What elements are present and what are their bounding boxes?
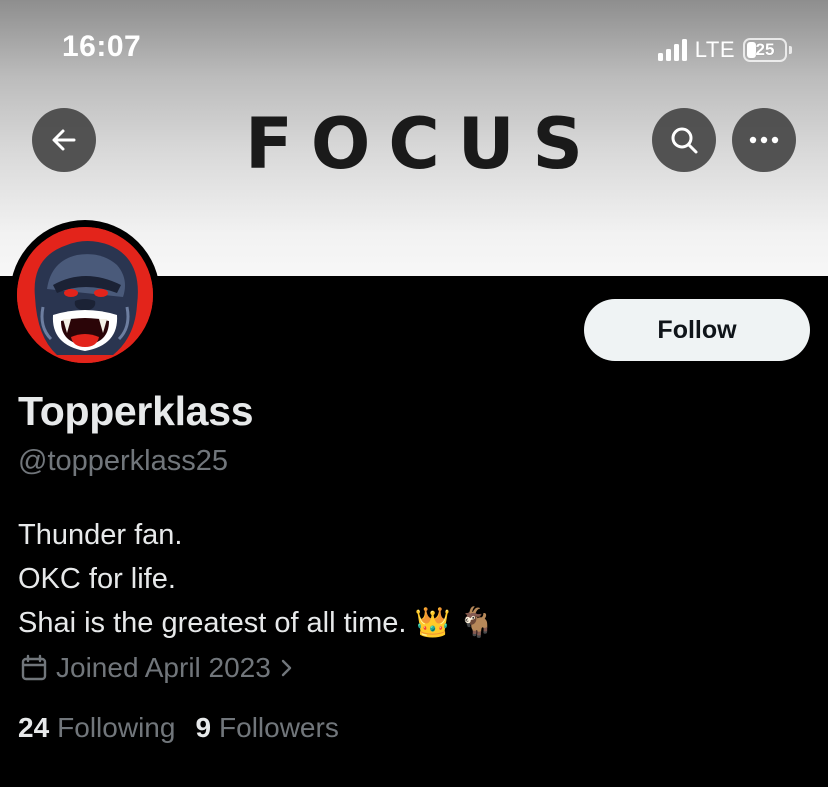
follow-button[interactable]: Follow (584, 299, 810, 361)
search-button[interactable] (652, 108, 716, 172)
more-options-button[interactable] (732, 108, 796, 172)
status-time: 16:07 (62, 30, 142, 63)
following-label: Following (57, 712, 176, 743)
search-icon (671, 127, 698, 154)
status-indicators: LTE 25 (657, 36, 792, 64)
chevron-right-icon (281, 659, 292, 677)
followers-stat[interactable]: 9 Followers (195, 712, 338, 744)
display-name: Topperklass (18, 388, 254, 434)
back-arrow-icon (52, 129, 76, 151)
following-stat[interactable]: 24 Following (18, 712, 175, 744)
followers-count: 9 (195, 712, 212, 743)
back-button[interactable] (32, 108, 96, 172)
battery-icon: 25 (743, 38, 787, 62)
bio-line: Shai is the greatest of all time. 👑 🐐 (18, 607, 495, 639)
profile-bio: Thunder fan. OKC for life. Shai is the g… (18, 513, 495, 645)
more-icon (749, 136, 779, 144)
follow-stats: 24 Following 9 Followers (18, 712, 339, 744)
gorilla-avatar-image (17, 227, 153, 363)
user-handle: @topperklass25 (18, 445, 228, 477)
profile-screen: FOCUS 16:07 LTE 25 Follow Topperklass @t… (0, 0, 828, 787)
gorilla-face-icon (17, 227, 153, 363)
joined-date-text: Joined April 2023 (56, 652, 271, 683)
battery-percent: 25 (755, 40, 775, 59)
bio-line: OKC for life. (18, 563, 176, 595)
following-count: 24 (18, 712, 50, 743)
followers-label: Followers (219, 712, 339, 743)
profile-avatar[interactable] (10, 220, 160, 370)
battery-tip (789, 46, 792, 54)
network-label: LTE (694, 37, 735, 62)
joined-date-row[interactable]: Joined April 2023 (20, 652, 295, 684)
signal-icon (657, 39, 687, 61)
bio-line: Thunder fan. (18, 519, 183, 551)
calendar-icon (21, 654, 47, 681)
